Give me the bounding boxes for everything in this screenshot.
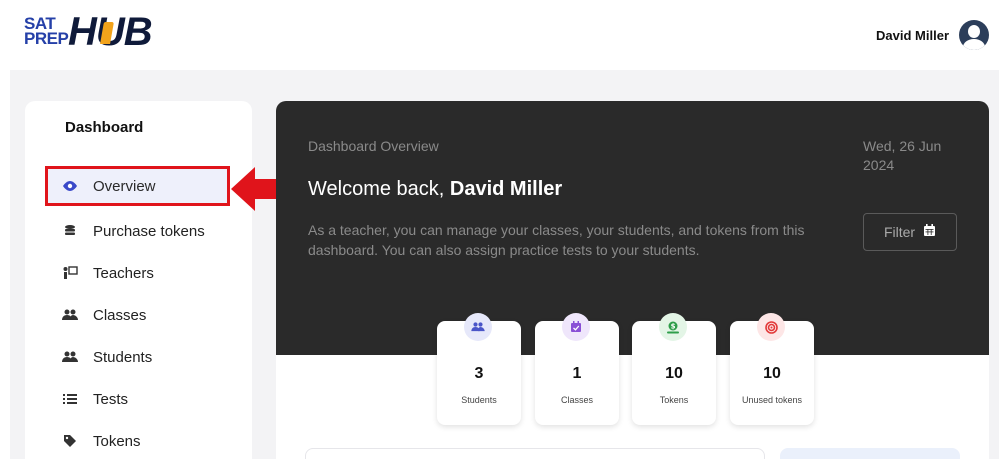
top-bar: SATPREP HUB David Miller	[10, 0, 999, 70]
sidebar-title: Dashboard	[65, 119, 144, 136]
sidebar-item-label: Classes	[93, 306, 147, 324]
welcome-heading: Welcome back, David Miller	[308, 178, 562, 201]
avatar-body-icon	[963, 39, 985, 50]
sidebar: Dashboard Overview Purchase tokens Teach…	[25, 101, 252, 459]
list-icon	[59, 390, 81, 408]
sidebar-item-label: Tests	[93, 390, 129, 408]
dashboard-hero: Dashboard Overview Wed, 26 Jun 2024 Welc…	[276, 101, 989, 355]
stat-value: 3	[474, 365, 484, 382]
sidebar-item-label: Students	[93, 348, 153, 366]
hero-description: As a teacher, you can manage your classe…	[308, 222, 805, 258]
calendar-icon	[923, 224, 936, 240]
sidebar-item-label: Overview	[93, 177, 156, 195]
sidebar-item-label: Tokens	[93, 432, 141, 450]
avatar-head-icon	[968, 25, 980, 38]
avatar[interactable]	[959, 20, 989, 50]
sidebar-item-purchase-tokens[interactable]: Purchase tokens	[45, 211, 230, 251]
user-name[interactable]: David Miller	[876, 28, 949, 43]
stat-card-unused-tokens[interactable]: 10 Unused tokens	[730, 313, 814, 425]
calendar-check-icon	[562, 313, 590, 341]
stat-value: 10	[665, 365, 683, 382]
content-panel	[305, 448, 765, 459]
tag-icon	[59, 432, 81, 450]
sidebar-item-tests[interactable]: Tests	[45, 379, 230, 419]
sidebar-item-overview[interactable]: Overview	[45, 166, 230, 206]
stat-card-classes[interactable]: 1 Classes	[535, 313, 619, 425]
users-icon	[59, 306, 81, 324]
sidebar-item-teachers[interactable]: Teachers	[45, 253, 230, 293]
stat-card-tokens[interactable]: $ 10 Tokens	[632, 313, 716, 425]
stat-value: 1	[572, 365, 582, 382]
stat-label: Students	[461, 395, 497, 405]
side-panel	[780, 448, 960, 459]
sidebar-item-classes[interactable]: Classes	[45, 295, 230, 335]
stat-label: Unused tokens	[741, 395, 803, 405]
welcome-name: David Miller	[449, 178, 563, 200]
teacher-icon	[59, 264, 81, 282]
left-edge	[0, 0, 10, 459]
sidebar-item-students[interactable]: Students	[45, 337, 230, 377]
sidebar-item-tokens[interactable]: Tokens	[45, 421, 230, 459]
stat-label: Classes	[560, 395, 593, 405]
welcome-prefix: Welcome back,	[308, 178, 450, 200]
filter-label: Filter	[883, 224, 916, 240]
users-icon	[59, 348, 81, 366]
users-icon	[464, 313, 492, 341]
stat-value: 10	[763, 365, 781, 382]
current-date: Wed, 26 Jun 2024	[863, 138, 942, 173]
filter-button[interactable]: Filter	[863, 213, 957, 251]
sat-prep-hub-logo[interactable]: SATPREP HUB	[24, 10, 174, 58]
sidebar-item-label: Purchase tokens	[93, 222, 205, 240]
logo-text-sat: SAT PREP	[24, 14, 69, 48]
money-icon: $	[659, 313, 687, 341]
eye-icon	[59, 177, 81, 195]
svg-text:$: $	[671, 322, 676, 330]
target-icon	[757, 313, 785, 341]
stat-card-students[interactable]: 3 Students	[437, 313, 521, 425]
coins-icon	[59, 222, 81, 240]
sidebar-item-label: Teachers	[93, 264, 154, 282]
stat-label: Tokens	[659, 395, 689, 405]
hero-subtitle: Dashboard Overview	[308, 138, 439, 154]
